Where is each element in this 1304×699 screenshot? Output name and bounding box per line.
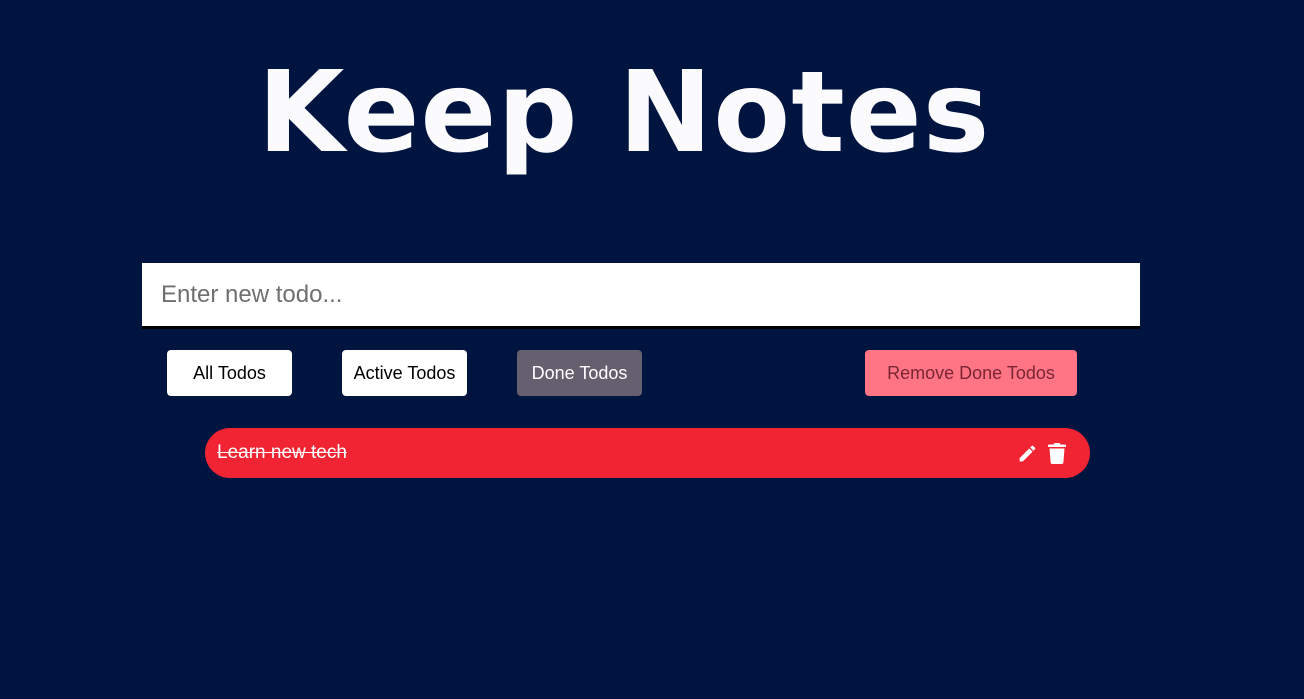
remove-done-todos-button[interactable]: Remove Done Todos [865, 350, 1077, 396]
done-todos-button[interactable]: Done Todos [517, 350, 642, 396]
todo-item: Learn new tech [205, 428, 1090, 478]
new-todo-input[interactable] [142, 263, 1140, 329]
active-todos-button[interactable]: Active Todos [342, 350, 467, 396]
todo-actions [1016, 441, 1068, 465]
todo-text[interactable]: Learn new tech [217, 442, 1016, 464]
pencil-icon[interactable] [1016, 441, 1038, 465]
app-title: Keep Notes [257, 48, 991, 178]
trash-icon[interactable] [1046, 441, 1068, 465]
all-todos-button[interactable]: All Todos [167, 350, 292, 396]
